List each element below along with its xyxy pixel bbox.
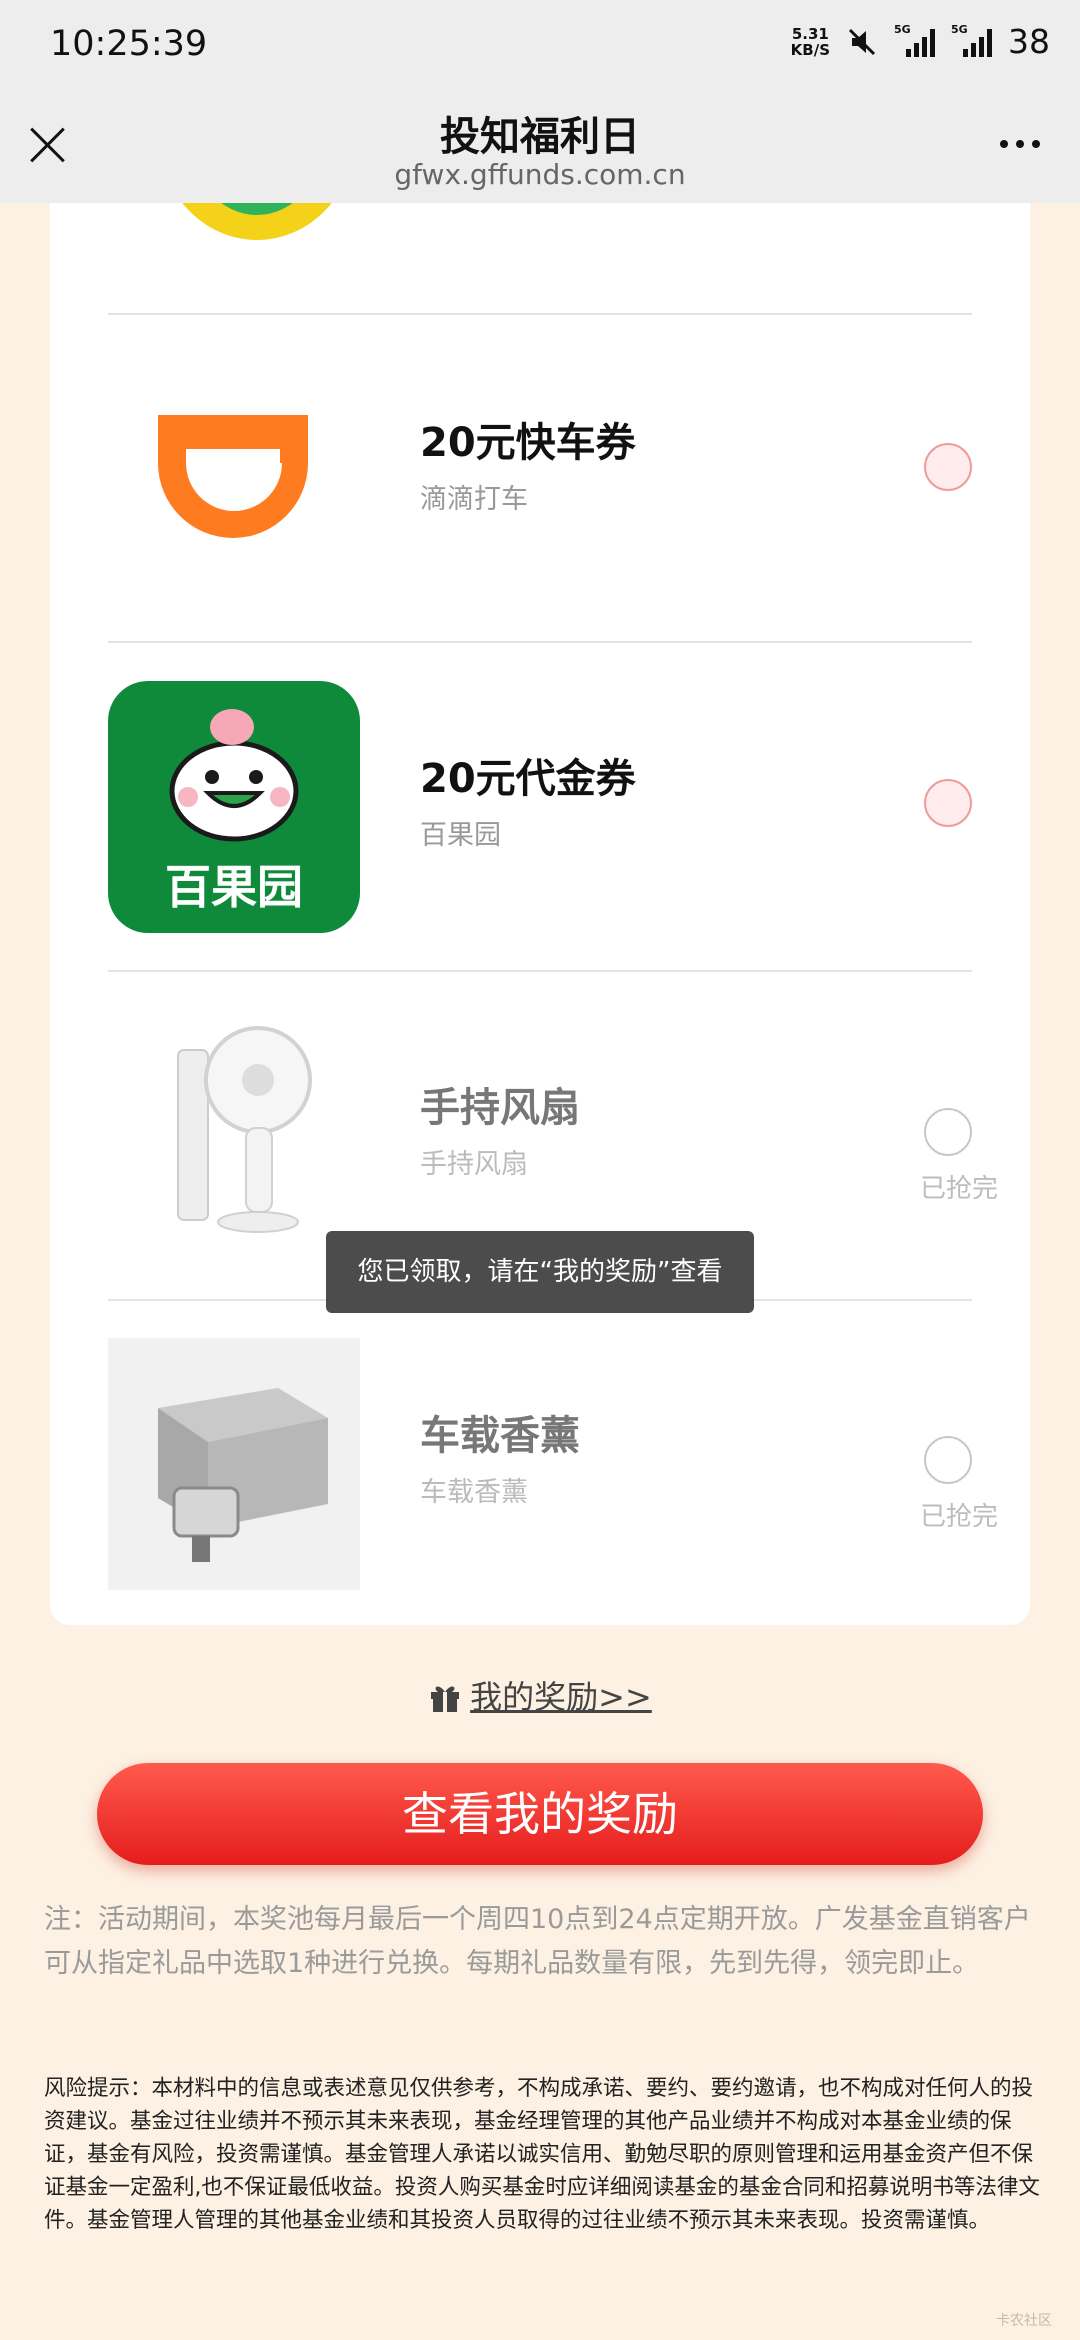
risk-disclaimer: 风险提示：本材料中的信息或表述意见仅供参考，不构成承诺、要约、要约邀请，也不构成… bbox=[44, 2076, 1040, 2233]
select-radio[interactable] bbox=[924, 1436, 972, 1484]
gift-item[interactable]: 百果园 20元代金券 百果园 bbox=[108, 681, 1008, 933]
page-title: 投知福利日 bbox=[440, 114, 640, 160]
fan-image bbox=[108, 1010, 360, 1262]
baiguoyuan-logo-text: 百果园 bbox=[165, 860, 303, 914]
gift-brand: 车载香薰 bbox=[420, 1477, 528, 1508]
page-url: gfwx.gffunds.com.cn bbox=[394, 158, 686, 191]
activity-note: 注：活动期间，本奖池每月最后一个周四10点到24点定期开放。广发基金直销客户可从… bbox=[44, 1904, 1031, 1979]
battery-level: 38 bbox=[1008, 22, 1050, 61]
divider bbox=[108, 970, 972, 972]
gift-brand: 手持风扇 bbox=[420, 1149, 528, 1180]
status-time: 10:25:39 bbox=[50, 24, 208, 64]
status-icons: 5.31 KB/S 5G 5G 38 bbox=[791, 22, 1050, 61]
signal-icon: 5G bbox=[951, 23, 992, 57]
didi-logo bbox=[108, 345, 360, 597]
gift-item[interactable]: 20元快车券 滴滴打车 bbox=[108, 345, 1008, 597]
toast-message: 您已领取，请在“我的奖励”查看 bbox=[326, 1231, 754, 1313]
divider bbox=[108, 313, 972, 315]
my-rewards-link[interactable]: 我的奖励>> bbox=[0, 1672, 1080, 1718]
net-speed-unit: KB/S bbox=[790, 40, 830, 59]
signal-icon: 5G bbox=[894, 23, 935, 57]
more-options-button[interactable] bbox=[1000, 140, 1040, 148]
gift-name: 手持风扇 bbox=[420, 1085, 580, 1131]
select-radio[interactable] bbox=[924, 779, 972, 827]
gift-item[interactable]: 手持风扇 手持风扇 已抢完 bbox=[108, 1010, 1008, 1262]
net-speed-value: 5.31 bbox=[791, 24, 829, 43]
gift-icon bbox=[431, 1686, 460, 1712]
watermark: 卡农社区 bbox=[996, 2313, 1052, 2329]
mute-icon bbox=[848, 28, 876, 55]
gift-item[interactable]: 车载香薰 车载香薰 已抢完 bbox=[108, 1338, 1008, 1590]
gift-name: 20元代金券 bbox=[420, 756, 636, 802]
sold-out-label: 已抢完 bbox=[920, 1502, 999, 1532]
car-aroma-image bbox=[108, 1338, 360, 1590]
gift-brand: 滴滴打车 bbox=[420, 484, 528, 515]
select-radio[interactable] bbox=[924, 443, 972, 491]
top-bar: 10:25:39 5.31 KB/S 5G 5G 38 投知福利日 gfwx.g… bbox=[0, 0, 1080, 203]
select-radio[interactable] bbox=[924, 1108, 972, 1156]
gift-name: 20元快车券 bbox=[420, 420, 636, 466]
network-speed: 5.31 KB/S bbox=[791, 26, 830, 58]
gift-name: 车载香薰 bbox=[420, 1413, 580, 1459]
sold-out-label: 已抢完 bbox=[920, 1174, 999, 1204]
divider bbox=[108, 641, 972, 643]
view-my-rewards-button[interactable]: 查看我的奖励 bbox=[97, 1763, 983, 1865]
gift-brand: 百果园 bbox=[420, 820, 501, 851]
baiguoyuan-logo: 百果园 bbox=[108, 681, 360, 933]
my-rewards-label: 我的奖励>> bbox=[470, 1678, 652, 1716]
